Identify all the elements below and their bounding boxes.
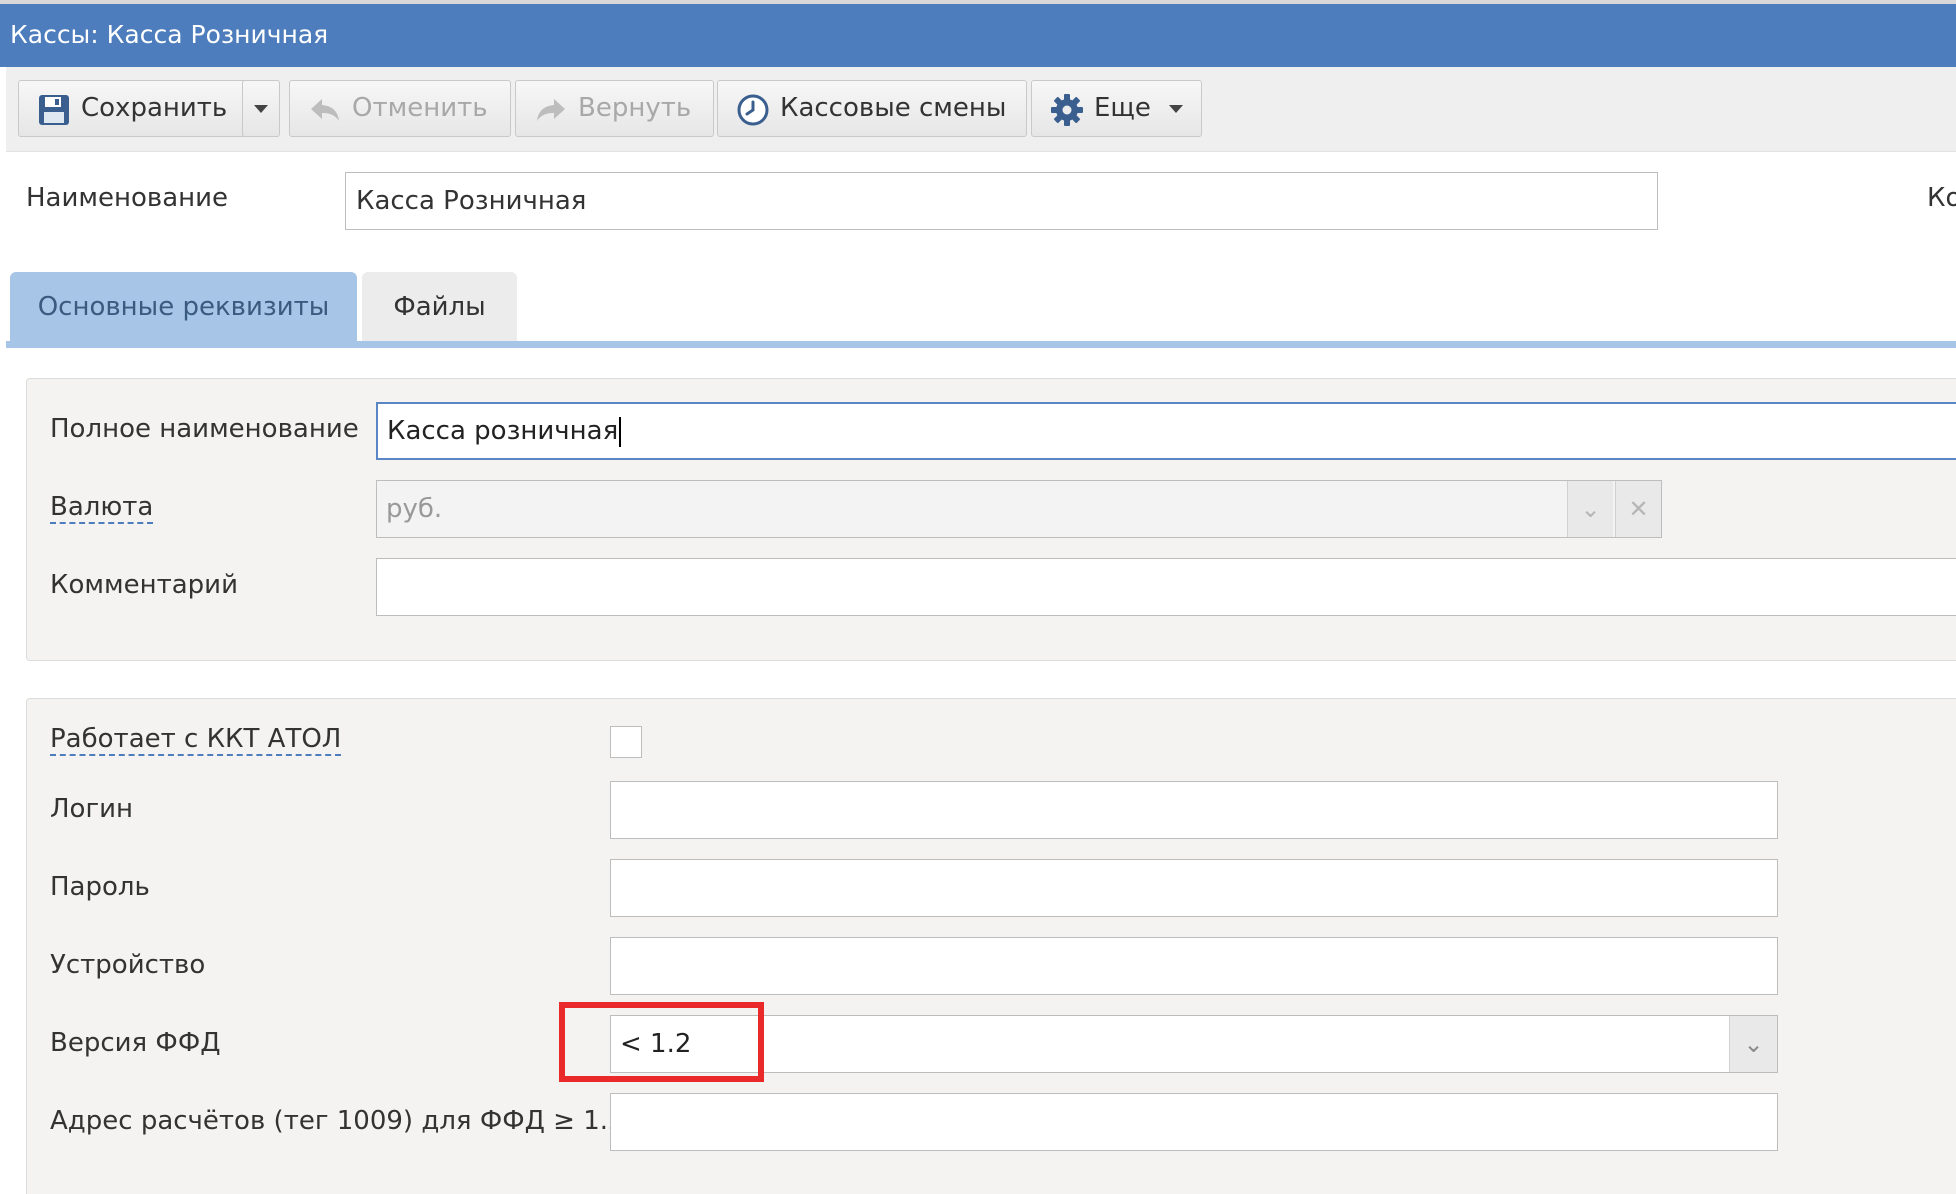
window-title: Кассы: Касса Розничная bbox=[10, 20, 329, 49]
tab-main-details[interactable]: Основные реквизиты bbox=[10, 272, 357, 342]
more-button-label: Еще bbox=[1094, 93, 1151, 123]
truncated-label: Ко bbox=[1927, 183, 1956, 213]
more-button[interactable]: Еще bbox=[1031, 80, 1202, 137]
gear-icon bbox=[1050, 92, 1084, 126]
app-window: Кассы: Касса Розничная Сохранить Отменит… bbox=[0, 0, 1956, 1194]
currency-label[interactable]: Валюта bbox=[50, 492, 154, 524]
currency-value: руб. bbox=[386, 494, 443, 524]
comment-label: Комментарий bbox=[50, 570, 238, 600]
save-dropdown-button[interactable] bbox=[242, 80, 280, 137]
name-label: Наименование bbox=[26, 183, 229, 213]
full-name-value: Касса розничная bbox=[387, 416, 619, 446]
save-button-label: Сохранить bbox=[81, 93, 228, 123]
text-caret bbox=[619, 416, 622, 447]
highlight-box bbox=[559, 1002, 764, 1082]
full-name-label: Полное наименование bbox=[50, 414, 359, 444]
currency-clear-button[interactable]: ✕ bbox=[1615, 481, 1661, 537]
password-input[interactable] bbox=[610, 859, 1778, 917]
caret-down-icon bbox=[254, 104, 268, 113]
redo-button-label: Вернуть bbox=[578, 93, 692, 123]
login-label: Логин bbox=[50, 794, 134, 824]
currency-field[interactable]: руб. ⌄ ✕ bbox=[376, 480, 1662, 538]
tab-files[interactable]: Файлы bbox=[362, 272, 517, 342]
ffd-version-label: Версия ФФД bbox=[50, 1028, 221, 1058]
atol-works-checkbox[interactable] bbox=[610, 726, 642, 758]
caret-down-icon bbox=[1168, 104, 1183, 113]
tab-underline bbox=[6, 341, 1956, 348]
address-label: Адрес расчётов (тег 1009) для ФФД ≥ 1.2 bbox=[50, 1106, 625, 1136]
password-label: Пароль bbox=[50, 872, 150, 902]
device-input[interactable] bbox=[610, 937, 1778, 995]
comment-input[interactable] bbox=[376, 558, 1956, 616]
floppy-disk-icon bbox=[37, 92, 71, 126]
toolbar: Сохранить Отменить Вернуть Кассовые смен… bbox=[6, 67, 1956, 152]
chevron-down-icon: ⌄ bbox=[1580, 495, 1601, 523]
redo-arrow-icon bbox=[534, 92, 568, 126]
ffd-version-dropdown-button[interactable]: ⌄ bbox=[1729, 1016, 1777, 1072]
ffd-version-select[interactable]: < 1.2 ⌄ bbox=[610, 1015, 1778, 1073]
title-bar: Кассы: Касса Розничная bbox=[0, 0, 1956, 67]
device-label: Устройство bbox=[50, 950, 206, 980]
redo-button[interactable]: Вернуть bbox=[515, 80, 714, 137]
name-input[interactable]: Касса Розничная bbox=[345, 172, 1658, 230]
currency-dropdown-button[interactable]: ⌄ bbox=[1567, 481, 1613, 537]
address-input[interactable] bbox=[610, 1093, 1778, 1151]
cash-shifts-button[interactable]: Кассовые смены bbox=[717, 80, 1027, 137]
save-button[interactable]: Сохранить bbox=[18, 80, 249, 137]
login-input[interactable] bbox=[610, 781, 1778, 839]
cash-shifts-label: Кассовые смены bbox=[780, 93, 1007, 123]
clock-icon bbox=[736, 92, 770, 126]
close-icon: ✕ bbox=[1628, 495, 1649, 523]
undo-arrow-icon bbox=[308, 92, 342, 126]
undo-button-label: Отменить bbox=[352, 93, 488, 123]
undo-button[interactable]: Отменить bbox=[289, 80, 511, 137]
full-name-input[interactable]: Касса розничная bbox=[376, 402, 1956, 460]
atol-works-label[interactable]: Работает с ККТ АТОЛ bbox=[50, 724, 342, 756]
chevron-down-icon: ⌄ bbox=[1743, 1030, 1764, 1058]
